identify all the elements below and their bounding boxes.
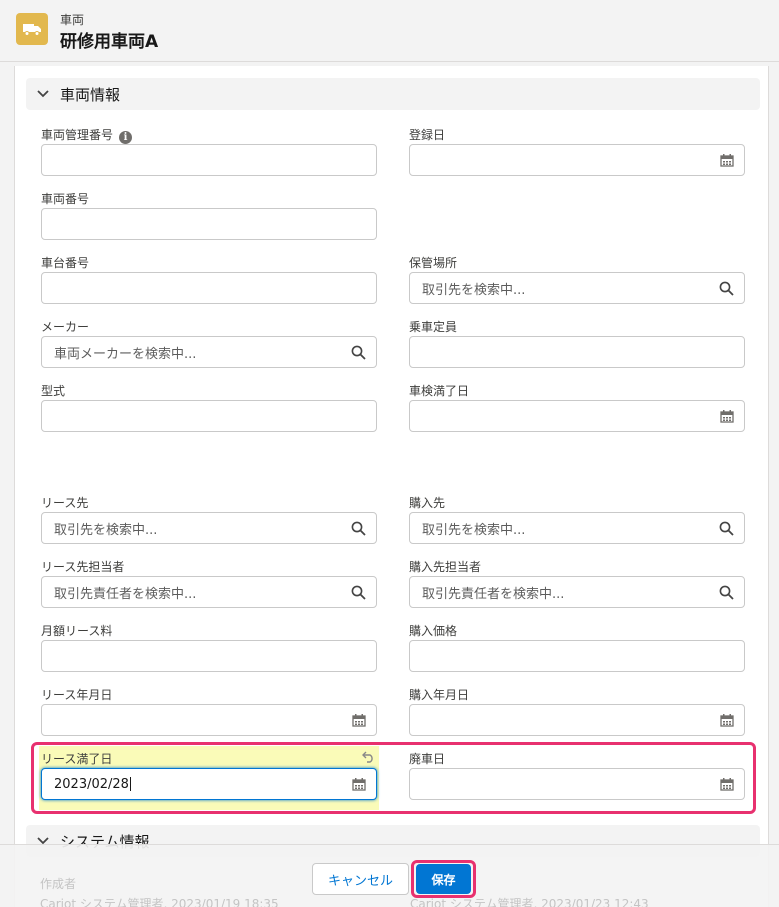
chassis-no-label: 車台番号 <box>41 256 90 270</box>
registration-date-label: 登録日 <box>409 128 446 142</box>
created-by-label: 作成者 <box>40 877 77 891</box>
lease-company-label: リース先 <box>41 496 89 510</box>
edit-form-panel: 車両情報 車両管理番号 i 登録日 車両番号 車台番号 保管場所 取引先を検索中.… <box>14 66 769 907</box>
vehicle-no-input[interactable] <box>41 208 377 240</box>
chassis-no-input[interactable] <box>41 272 377 304</box>
save-button-highlight: 保存 <box>411 860 476 898</box>
lease-contact-lookup[interactable]: 取引先責任者を検索中... <box>41 576 377 608</box>
lease-date-input[interactable] <box>41 704 377 736</box>
storage-place-placeholder: 取引先を検索中... <box>422 282 526 298</box>
purchase-price-label: 購入価格 <box>409 624 458 638</box>
search-icon <box>719 521 734 536</box>
maker-lookup[interactable]: 車両メーカーを検索中... <box>41 336 377 368</box>
purchase-contact-placeholder: 取引先責任者を検索中... <box>422 586 565 602</box>
search-icon <box>351 521 366 536</box>
model-input[interactable] <box>41 400 377 432</box>
storage-place-lookup[interactable]: 取引先を検索中... <box>409 272 745 304</box>
model-label: 型式 <box>41 384 66 398</box>
purchase-from-lookup[interactable]: 取引先を検索中... <box>409 512 745 544</box>
search-icon <box>351 345 366 360</box>
save-button[interactable]: 保存 <box>416 864 471 894</box>
section-title: 車両情報 <box>60 85 121 104</box>
search-icon <box>351 585 366 600</box>
record-header: 車両 研修用車両A <box>0 0 779 62</box>
calendar-icon[interactable] <box>720 153 734 167</box>
calendar-icon[interactable] <box>352 713 366 727</box>
maker-placeholder: 車両メーカーを検索中... <box>54 346 197 362</box>
calendar-icon[interactable] <box>720 409 734 423</box>
inspection-expiry-input[interactable] <box>409 400 745 432</box>
cancel-button[interactable]: キャンセル <box>312 863 409 895</box>
purchase-date-label: 購入年月日 <box>409 688 470 702</box>
search-icon <box>719 585 734 600</box>
purchase-contact-lookup[interactable]: 取引先責任者を検索中... <box>409 576 745 608</box>
capacity-input[interactable] <box>409 336 745 368</box>
created-by-value: Cariot システム管理者, 2023/01/19 18:35 <box>40 897 279 907</box>
purchase-contact-label: 購入先担当者 <box>409 560 482 574</box>
maker-label: メーカー <box>41 320 90 334</box>
registration-date-input[interactable] <box>409 144 745 176</box>
purchase-from-placeholder: 取引先を検索中... <box>422 522 526 538</box>
purchase-date-input[interactable] <box>409 704 745 736</box>
lease-contact-placeholder: 取引先責任者を検索中... <box>54 586 197 602</box>
annotation-highlight-box <box>31 742 756 814</box>
capacity-label: 乗車定員 <box>409 320 458 334</box>
vehicle-mgmt-no-label: 車両管理番号 i <box>41 126 133 144</box>
monthly-lease-fee-input[interactable] <box>41 640 377 672</box>
lease-company-lookup[interactable]: 取引先を検索中... <box>41 512 377 544</box>
section-header-vehicle-info[interactable]: 車両情報 <box>26 78 760 110</box>
inspection-expiry-label: 車検満了日 <box>409 384 470 398</box>
storage-place-label: 保管場所 <box>409 256 458 270</box>
record-title: 研修用車両A <box>60 32 159 52</box>
purchase-from-label: 購入先 <box>409 496 446 510</box>
object-label: 車両 <box>60 13 85 27</box>
purchase-price-input[interactable] <box>409 640 745 672</box>
vehicle-mgmt-no-input[interactable] <box>41 144 377 176</box>
lease-company-placeholder: 取引先を検索中... <box>54 522 158 538</box>
chevron-down-icon <box>37 90 49 98</box>
search-icon <box>719 281 734 296</box>
lease-date-label: リース年月日 <box>41 688 113 702</box>
truck-icon <box>16 13 48 45</box>
form-footer: 作成者 Cariot システム管理者, 2023/01/19 18:35 Car… <box>0 844 779 907</box>
monthly-lease-fee-label: 月額リース料 <box>41 624 113 638</box>
calendar-icon[interactable] <box>720 713 734 727</box>
vehicle-no-label: 車両番号 <box>41 192 90 206</box>
lease-contact-label: リース先担当者 <box>41 560 125 574</box>
info-icon[interactable]: i <box>119 131 133 144</box>
